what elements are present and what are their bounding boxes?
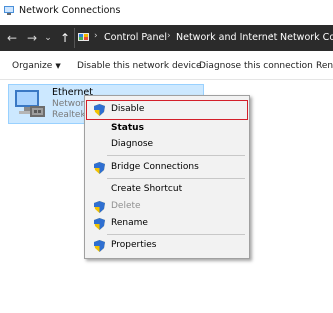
title-bar: Network Connections xyxy=(0,0,333,22)
breadcrumb-network-connections[interactable]: Network Conn xyxy=(280,32,333,43)
menu-item-diagnose-label: Diagnose xyxy=(111,139,154,149)
uac-shield-icon xyxy=(94,104,105,116)
command-bar: Organize ▼ Disable this network device Di… xyxy=(0,53,333,80)
diagnose-connection-button[interactable]: Diagnose this connection xyxy=(199,61,313,71)
menu-item-properties-label: Properties xyxy=(111,240,157,250)
control-panel-icon xyxy=(78,33,89,41)
menu-item-bridge-label: Bridge Connections xyxy=(111,162,199,172)
menu-item-create-shortcut[interactable]: Create Shortcut xyxy=(86,182,248,198)
disable-device-button[interactable]: Disable this network device xyxy=(77,61,202,71)
context-menu: Disable Status Diagnose Bridge Connectio… xyxy=(84,95,250,259)
menu-item-disable-label: Disable xyxy=(111,104,145,114)
menu-item-rename-label: Rename xyxy=(111,218,148,228)
menu-item-status[interactable]: Status xyxy=(86,121,248,137)
adapter-device: Realtek xyxy=(52,110,86,120)
back-arrow-icon[interactable]: ← xyxy=(4,29,20,47)
menu-item-status-label: Status xyxy=(111,123,144,133)
forward-arrow-icon[interactable]: → xyxy=(24,29,40,47)
menu-item-properties[interactable]: Properties xyxy=(86,238,248,254)
menu-separator xyxy=(107,234,245,235)
dropdown-caret-icon: ▼ xyxy=(55,62,61,70)
menu-item-bridge-connections[interactable]: Bridge Connections xyxy=(86,160,248,176)
breadcrumb-control-panel[interactable]: Control Panel xyxy=(104,32,167,43)
menu-item-delete-label: Delete xyxy=(111,201,141,211)
breadcrumb-separator-icon: › xyxy=(270,31,274,41)
breadcrumb-network-and-internet[interactable]: Network and Internet xyxy=(176,32,277,43)
recent-locations-chevron-icon[interactable]: ⌄ xyxy=(40,29,56,47)
adapter-network: Networ xyxy=(52,99,85,109)
uac-shield-icon xyxy=(94,240,105,252)
navigation-bar: ← → ⌄ ↑ › Control Panel › Network and In… xyxy=(0,25,333,51)
organize-menu[interactable]: Organize ▼ xyxy=(12,61,61,71)
uac-shield-icon xyxy=(94,201,105,213)
uac-shield-icon xyxy=(94,218,105,230)
uac-shield-icon xyxy=(94,162,105,174)
network-connections-icon xyxy=(4,6,14,15)
ethernet-adapter-icon xyxy=(15,90,45,117)
breadcrumb-separator-icon: › xyxy=(167,31,171,41)
menu-item-shortcut-label: Create Shortcut xyxy=(111,184,183,194)
menu-item-disable[interactable]: Disable xyxy=(86,100,248,120)
rename-button[interactable]: Rena xyxy=(316,61,333,71)
organize-label: Organize xyxy=(12,61,53,71)
menu-item-delete: Delete xyxy=(86,199,248,215)
menu-item-diagnose[interactable]: Diagnose xyxy=(86,137,248,153)
up-arrow-icon[interactable]: ↑ xyxy=(57,29,73,47)
menu-separator xyxy=(107,178,245,179)
window-title: Network Connections xyxy=(19,5,121,16)
menu-item-rename[interactable]: Rename xyxy=(86,216,248,232)
breadcrumb-separator-icon: › xyxy=(94,31,98,41)
menu-separator xyxy=(107,155,245,156)
address-bar[interactable]: › Control Panel › Network and Internet ›… xyxy=(74,28,333,48)
